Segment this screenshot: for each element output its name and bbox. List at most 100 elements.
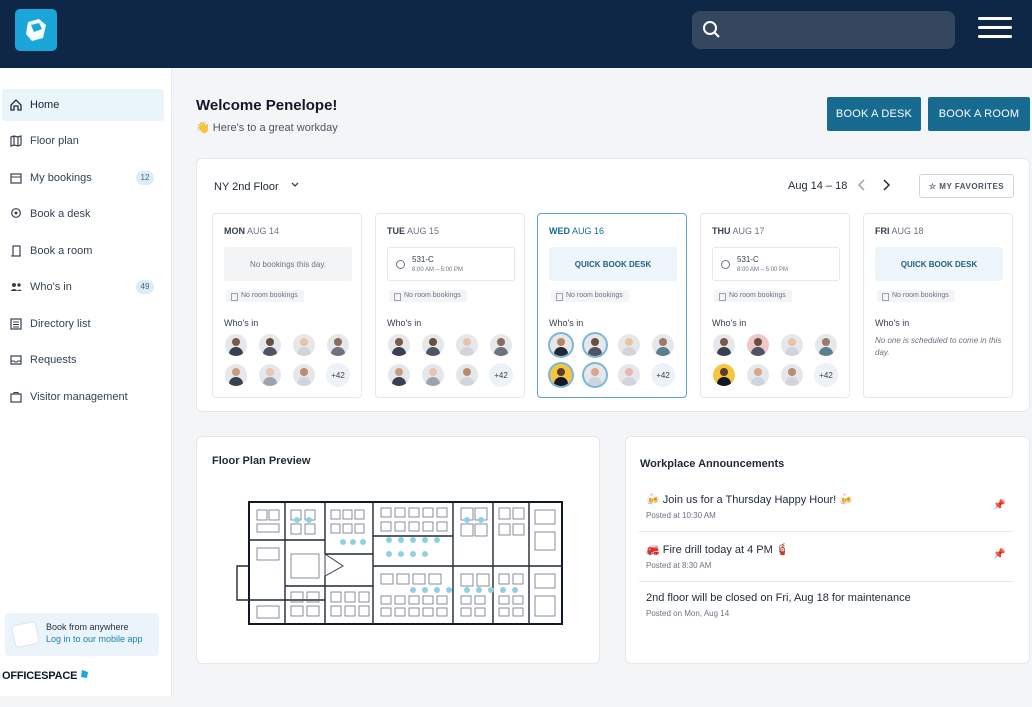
avatar[interactable] [388,364,410,386]
whos-in-label: Who's in [712,318,747,328]
book-desk-button[interactable]: BOOK A DESK [827,97,921,131]
inbox-icon [10,355,22,365]
day-date: AUG 18 [891,226,924,236]
avatar[interactable] [781,364,803,386]
avatar[interactable] [490,334,512,356]
announcement-item[interactable]: 🍻 Join us for a Thursday Happy Hour! 🍻 Po… [646,493,1006,520]
announcement-item[interactable]: 2nd floor will be closed on Fri, Aug 18 … [646,592,1006,618]
people-icon [10,283,22,291]
brand-name: OFFICESPACE [2,670,78,682]
booking-status-icon [721,260,730,269]
avatar-group: +42 [224,334,352,387]
room-status: No room bookings [877,290,955,302]
door-icon [11,245,21,257]
my-favorites-button[interactable]: ☆ MY FAVORITES [919,174,1014,198]
empty-schedule-message: No one is scheduled to come in this day. [875,336,1002,357]
desk-booking[interactable]: 531-C 8:00 AM – 5:00 PM [712,247,840,281]
avatar[interactable] [747,334,769,356]
more-people-badge[interactable]: +42 [651,363,675,387]
menu-icon[interactable] [978,17,1012,41]
floor-plan-preview[interactable] [233,496,565,628]
avatar[interactable] [293,334,315,356]
room-status: No room bookings [551,290,629,302]
sidebar-item-my-bookings[interactable]: My bookings 12 [2,162,164,194]
quick-book-desk-button[interactable]: QUICK BOOK DESK [875,247,1003,281]
avatar[interactable] [225,364,247,386]
day-name: WED [549,226,570,236]
avatar[interactable] [815,334,837,356]
booking-time: 8:00 AM – 5:00 PM [412,267,464,273]
avatar[interactable] [747,364,769,386]
more-people-badge[interactable]: +42 [326,363,350,387]
avatar[interactable] [388,334,410,356]
sidebar-item-home[interactable]: Home [2,89,164,121]
pin-icon[interactable]: 📌 [993,549,1005,560]
quick-book-desk-button[interactable]: QUICK BOOK DESK [549,247,677,281]
sidebar-item-visitor-management[interactable]: Visitor management [2,381,164,413]
day-card-thu[interactable]: THU AUG 17 531-C 8:00 AM – 5:00 PM No roo… [700,213,850,398]
avatar[interactable] [618,364,640,386]
sidebar-item-book-room[interactable]: Book a room [2,235,164,267]
announcement-text: 🍻 Join us for a Thursday Happy Hour! 🍻 [646,494,853,506]
sidebar-label: Floor plan [30,135,79,147]
sidebar-item-directory-list[interactable]: Directory list [2,308,164,340]
avatar[interactable] [713,334,735,356]
sidebar-item-requests[interactable]: Requests [2,344,164,376]
announcement-time: Posted at 8:30 AM [646,561,712,570]
booking-time: 8:00 AM – 5:00 PM [737,267,789,273]
more-people-badge[interactable]: +42 [489,363,513,387]
avatar[interactable] [713,364,735,386]
day-header: FRI AUG 18 [875,226,924,236]
day-card-tue[interactable]: TUE AUG 15 531-C 8:00 AM – 5:00 PM No roo… [375,213,525,398]
day-name: THU [712,226,731,236]
sidebar-label: Book a room [30,245,93,257]
chevron-right-icon[interactable] [879,177,893,193]
app-logo[interactable] [15,9,57,51]
floor-plan-title: Floor Plan Preview [212,455,311,467]
avatar[interactable] [550,364,572,386]
chevron-left-icon[interactable] [855,177,869,193]
avatar[interactable] [422,364,444,386]
day-card-fri[interactable]: FRI AUG 18 QUICK BOOK DESK No room booki… [863,213,1013,398]
promo-link[interactable]: Log in to our mobile app [46,634,143,644]
book-room-button[interactable]: BOOK A ROOM [928,97,1030,131]
avatar[interactable] [584,334,606,356]
avatar[interactable] [584,364,606,386]
sidebar-item-book-desk[interactable]: Book a desk [2,198,164,230]
day-header: MON AUG 14 [224,226,279,236]
avatar[interactable] [781,334,803,356]
search-input[interactable] [692,11,955,49]
day-date: AUG 17 [732,226,765,236]
sidebar-item-floor-plan[interactable]: Floor plan [2,125,164,157]
more-people-badge[interactable]: +42 [814,363,838,387]
avatar[interactable] [618,334,640,356]
day-header: WED AUG 16 [549,226,604,236]
day-card-wed[interactable]: WED AUG 16 QUICK BOOK DESK No room booki… [537,213,687,398]
avatar[interactable] [327,334,349,356]
desk-booking[interactable]: 531-C 8:00 AM – 5:00 PM [387,247,515,281]
announcement-time: Posted on Mon, Aug 14 [646,609,730,618]
mobile-app-promo[interactable]: Book from anywhere Log in to our mobile … [5,613,159,656]
day-name: FRI [875,226,890,236]
avatar[interactable] [293,364,315,386]
pin-icon[interactable]: 📌 [993,500,1005,511]
sidebar-item-whos-in[interactable]: Who's in 49 [2,271,164,303]
day-card-mon[interactable]: MON AUG 14 No bookings this day. No room… [212,213,362,398]
announcements-title: Workplace Announcements [640,458,785,470]
announcement-item[interactable]: 🚒 Fire drill today at 4 PM 🧯 Posted at 8:… [646,543,1006,570]
floor-selector[interactable]: NY 2nd Floor [214,180,300,193]
day-header: THU AUG 17 [712,226,765,236]
avatar[interactable] [456,334,478,356]
avatar[interactable] [550,334,572,356]
sidebar-label: Who's in [30,281,72,293]
room-status: No room bookings [714,290,792,302]
avatar[interactable] [456,364,478,386]
avatar[interactable] [652,334,674,356]
avatar-group: +42 [549,334,677,387]
avatar[interactable] [225,334,247,356]
avatar[interactable] [259,334,281,356]
day-date: AUG 14 [247,226,280,236]
avatar[interactable] [422,334,444,356]
avatar[interactable] [259,364,281,386]
date-range: Aug 14 – 18 [788,180,848,192]
